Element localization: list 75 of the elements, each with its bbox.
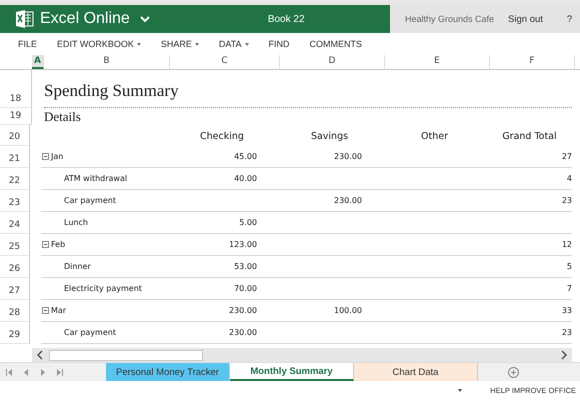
table-cell: 53.00 (234, 262, 257, 271)
help-link[interactable]: ? (566, 14, 572, 24)
row-number: 23 (8, 198, 20, 208)
scrollbar-thumb[interactable] (49, 350, 203, 360)
sheet-tab[interactable]: Personal Money Tracker (106, 363, 230, 381)
row-number: 22 (8, 176, 20, 186)
chevron-down-icon[interactable] (140, 16, 150, 22)
table-cell: 23 (562, 196, 572, 205)
scroll-left-icon[interactable] (36, 350, 43, 360)
column-heading: Other (420, 131, 449, 144)
menu-item[interactable]: FILE (18, 39, 38, 49)
table-cell: 27 (562, 152, 572, 161)
group-label: Mar (51, 306, 66, 315)
row-number: 19 (10, 111, 22, 121)
table-cell: 33 (562, 306, 572, 315)
sign-out-link[interactable]: Sign out (508, 14, 543, 24)
scroll-right-icon[interactable] (561, 350, 568, 360)
row-label: Dinner (64, 262, 91, 271)
document-title: Book 22 (268, 14, 305, 24)
account-name: Healthy Grounds Cafe (405, 14, 494, 24)
app-name: Excel Online (40, 10, 130, 28)
table-cell: 23 (562, 328, 572, 337)
collapse-icon[interactable] (42, 153, 49, 160)
table-cell: 5.00 (239, 218, 257, 227)
column-heading: Savings (310, 131, 350, 144)
group-label: Jan (51, 152, 64, 161)
table-cell: 230.00 (334, 196, 362, 205)
caret-icon (136, 42, 141, 46)
column-heading: Grand Total (501, 131, 558, 144)
row-number: 28 (8, 308, 20, 318)
section-heading: Details (44, 109, 81, 125)
column-heading: Checking (199, 131, 245, 144)
table-cell: 230.00 (229, 328, 257, 337)
plus-icon (508, 366, 519, 378)
caret-icon[interactable] (458, 389, 462, 392)
row-number: 26 (8, 264, 20, 274)
table-cell: 100.00 (334, 306, 362, 315)
caret-icon (244, 42, 249, 46)
column-header[interactable]: A (32, 55, 44, 69)
row-label: Car payment (64, 328, 116, 337)
menu-item[interactable]: COMMENTS (310, 39, 362, 49)
caret-icon (194, 42, 199, 46)
excel-logo-icon (16, 10, 34, 28)
table-cell: 123.00 (229, 240, 257, 249)
menu-item[interactable]: EDIT WORKBOOK (57, 39, 141, 49)
row-number: 20 (8, 132, 20, 142)
table-cell: 4 (566, 174, 572, 183)
row-number: 27 (8, 286, 20, 296)
table-cell: 230.00 (229, 306, 257, 315)
table-cell: 230.00 (334, 152, 362, 161)
row-label: Lunch (64, 218, 88, 227)
menu-item[interactable]: FIND (268, 39, 290, 49)
table-cell: 12 (562, 240, 572, 249)
row-label: Electricity payment (64, 284, 142, 293)
row-number: 21 (8, 154, 20, 164)
table-cell: 45.00 (234, 152, 257, 161)
row-label: ATM withdrawal (64, 174, 128, 183)
collapse-icon[interactable] (42, 307, 49, 314)
menu-item[interactable]: DATA (218, 39, 249, 49)
row-number: 24 (8, 220, 20, 230)
sheet-tab[interactable]: Monthly Summary (230, 363, 354, 381)
group-label: Feb (51, 240, 66, 249)
collapse-icon[interactable] (42, 241, 49, 248)
row-number: 18 (10, 94, 22, 104)
menu-item[interactable]: SHARE (160, 39, 199, 49)
table-cell: 70.00 (234, 284, 257, 293)
sheet-tab[interactable]: Chart Data (354, 363, 478, 381)
row-number: 29 (8, 330, 20, 340)
table-cell: 40.00 (234, 174, 257, 183)
sheet-title: Spending Summary (44, 81, 179, 102)
row-label: Car payment (64, 196, 116, 205)
row-number: 25 (8, 242, 20, 252)
table-cell: 7 (566, 284, 572, 293)
horizontal-scrollbar[interactable] (32, 348, 572, 362)
table-cell: 5 (566, 262, 572, 271)
